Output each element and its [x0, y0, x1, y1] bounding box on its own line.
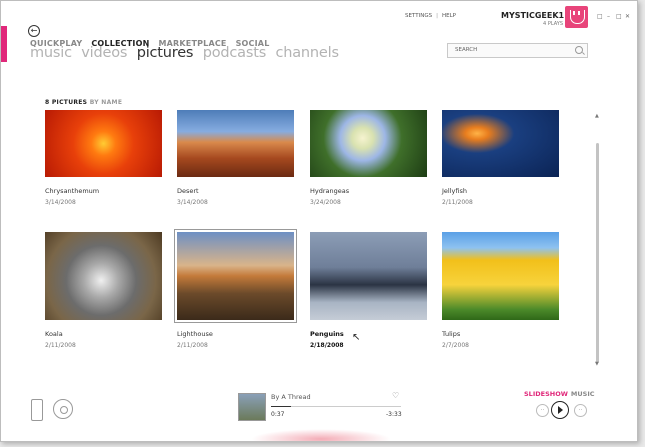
settings-link[interactable]: SETTINGS	[405, 13, 432, 19]
koala-thumbnail[interactable]	[45, 232, 162, 320]
penguins-thumbnail[interactable]	[310, 232, 427, 320]
picture-title: Koala	[45, 330, 63, 338]
subnav-music[interactable]: music	[30, 45, 72, 61]
elapsed-time: 0:37	[271, 411, 285, 418]
slideshow-mode[interactable]: SLIDESHOW	[524, 390, 568, 398]
maximize-icon[interactable]: □	[616, 13, 622, 20]
remaining-time: -3:33	[386, 411, 402, 418]
hydrangeas-thumbnail[interactable]	[310, 110, 427, 177]
picture-title: Lighthouse	[177, 330, 213, 338]
picture-tile[interactable]: Koala 2/11/2008	[45, 232, 162, 349]
accent-bar	[1, 26, 7, 62]
track-title: By A Thread	[271, 393, 311, 401]
picture-tile[interactable]: Chrysanthemum 3/14/2008	[45, 110, 162, 206]
sort-label[interactable]: BY NAME	[90, 99, 123, 106]
collection-heading: 8 PICTURES BY NAME	[45, 99, 122, 106]
picture-tile[interactable]: Lighthouse 2/11/2008	[177, 232, 294, 349]
avatar[interactable]	[565, 6, 588, 28]
disc-icon[interactable]	[53, 399, 73, 419]
back-arrow-icon[interactable]: ←	[28, 25, 40, 37]
play-icon[interactable]	[551, 401, 569, 419]
picture-date: 2/18/2008	[310, 342, 344, 349]
picture-tile[interactable]: Desert 3/14/2008	[177, 110, 294, 206]
scrollbar[interactable]: ▲ ▼	[595, 113, 600, 367]
link-separator: |	[436, 13, 438, 19]
picture-title: Tulips	[442, 330, 461, 338]
music-mode[interactable]: MUSIC	[571, 390, 595, 398]
picture-date: 2/7/2008	[442, 342, 469, 349]
scrollbar-thumb[interactable]	[596, 143, 599, 363]
picture-tile[interactable]: Jellyfish 2/11/2008	[442, 110, 559, 206]
playback-modes: SLIDESHOW MUSIC	[524, 390, 595, 398]
search-icon[interactable]	[575, 46, 583, 54]
subnav-videos[interactable]: videos	[81, 45, 127, 61]
bottom-glow	[251, 429, 391, 441]
user-info[interactable]: MYSTICGEEK1 4 PLAYS	[501, 11, 565, 27]
scroll-up-icon[interactable]: ▲	[595, 113, 599, 119]
picture-date: 3/14/2008	[45, 199, 76, 206]
picture-date: 2/11/2008	[45, 342, 76, 349]
picture-title: Penguins	[310, 330, 344, 338]
mini-mode-icon[interactable]: □	[597, 13, 603, 20]
subnav-podcasts[interactable]: podcasts	[203, 45, 267, 61]
now-playing-art[interactable]	[238, 393, 266, 421]
top-links: SETTINGS | HELP	[405, 13, 456, 19]
mouse-cursor-icon: ↖	[352, 332, 361, 343]
search-placeholder: SEARCH	[455, 47, 478, 53]
jellyfish-thumbnail[interactable]	[442, 110, 559, 177]
username: MYSTICGEEK1	[501, 11, 565, 20]
chrysanthemum-thumbnail[interactable]	[45, 110, 162, 177]
sub-nav: music videos pictures podcasts channels	[30, 45, 344, 61]
picture-tile[interactable]: Hydrangeas 3/24/2008	[310, 110, 427, 206]
device-icon[interactable]	[31, 399, 43, 421]
picture-title: Chrysanthemum	[45, 187, 100, 195]
play-count: 4 PLAYS	[543, 21, 563, 27]
subnav-pictures[interactable]: pictures	[137, 45, 194, 61]
help-link[interactable]: HELP	[442, 13, 456, 19]
zune-window: ← QUICKPLAY COLLECTION MARKETPLACE SOCIA…	[0, 0, 638, 442]
avatar-smile	[570, 10, 585, 24]
desert-thumbnail[interactable]	[177, 110, 294, 177]
previous-icon[interactable]: ··	[536, 404, 549, 417]
picture-title: Hydrangeas	[310, 187, 350, 195]
picture-date: 2/11/2008	[442, 199, 473, 206]
subnav-channels[interactable]: channels	[275, 45, 339, 61]
search-input[interactable]: SEARCH	[447, 43, 588, 58]
picture-tile[interactable]: Penguins 2/18/2008	[310, 232, 427, 349]
lighthouse-thumbnail[interactable]	[177, 232, 294, 320]
next-icon[interactable]: ··	[574, 404, 587, 417]
minimize-icon[interactable]: –	[607, 13, 610, 20]
picture-count: 8 PICTURES	[45, 99, 88, 106]
picture-tile[interactable]: Tulips 2/7/2008	[442, 232, 559, 349]
tulips-thumbnail[interactable]	[442, 232, 559, 320]
picture-title: Jellyfish	[442, 187, 467, 195]
progress-fill	[271, 406, 291, 407]
picture-date: 3/14/2008	[177, 199, 208, 206]
picture-date: 3/24/2008	[310, 199, 341, 206]
picture-title: Desert	[177, 187, 199, 195]
scroll-down-icon[interactable]: ▼	[595, 361, 599, 367]
progress-bar[interactable]	[271, 406, 401, 407]
picture-date: 2/11/2008	[177, 342, 208, 349]
close-icon[interactable]: ✕	[625, 13, 630, 20]
heart-icon[interactable]: ♡	[392, 391, 399, 400]
